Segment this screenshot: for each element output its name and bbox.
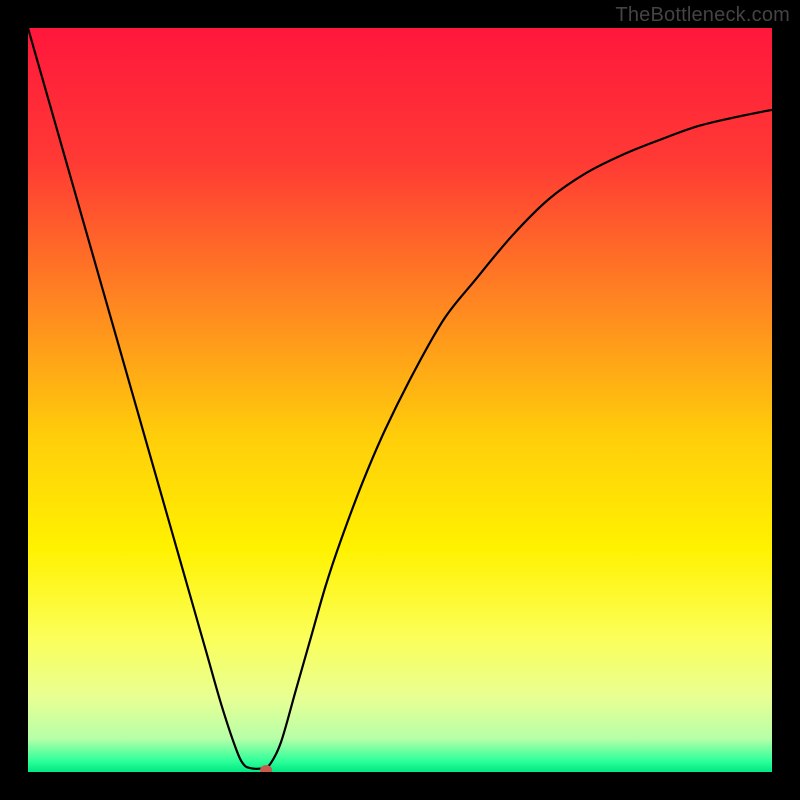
attribution-label: TheBottleneck.com: [615, 4, 790, 27]
bottleneck-chart: [28, 28, 772, 772]
chart-frame: [28, 28, 772, 772]
